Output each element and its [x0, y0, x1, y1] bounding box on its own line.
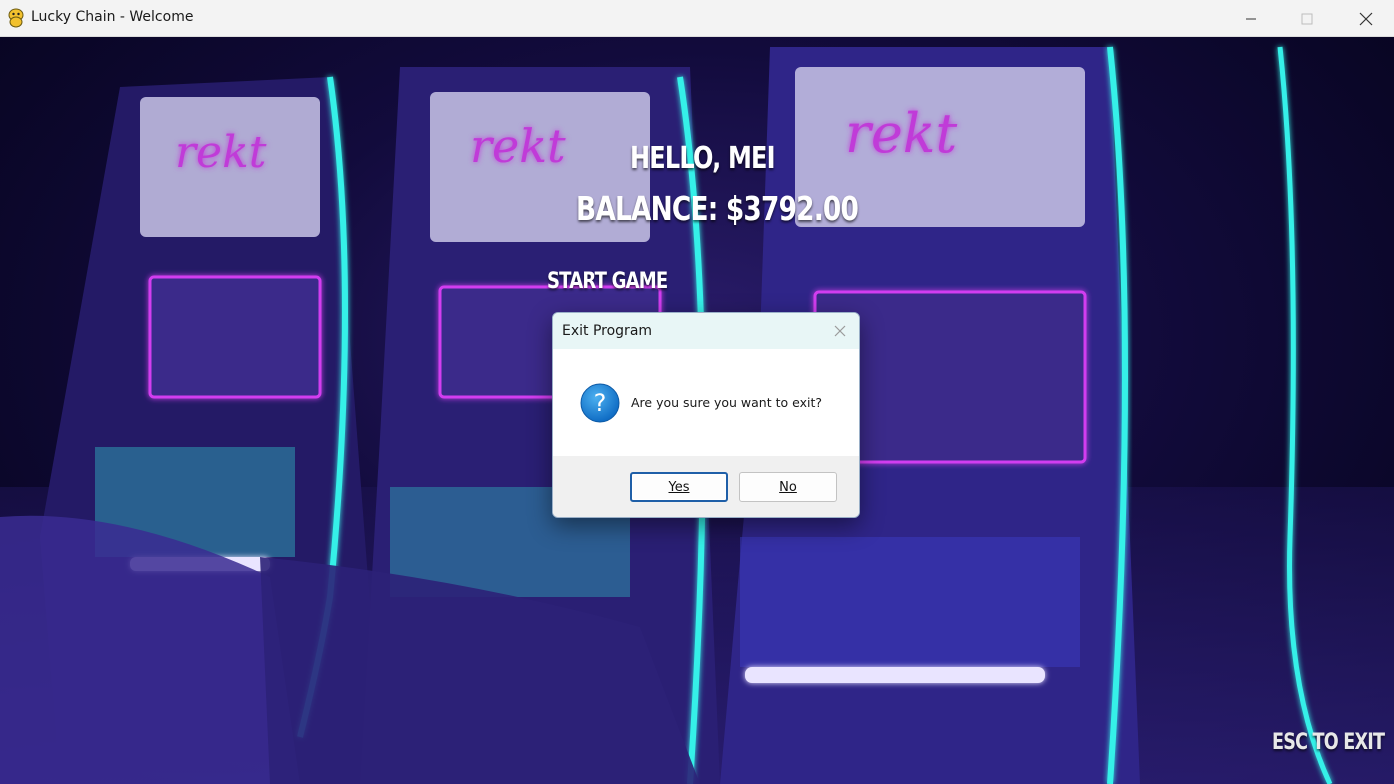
exit-dialog: Exit Program ? Are you sure you want to …: [552, 312, 860, 518]
balance-text: BALANCE: $3792.00: [576, 189, 859, 228]
close-icon: [834, 325, 846, 337]
window-title: Lucky Chain - Welcome: [31, 9, 194, 25]
dialog-title: Exit Program: [562, 323, 653, 339]
yes-button[interactable]: Yes: [630, 472, 728, 502]
window-titlebar: Lucky Chain - Welcome: [0, 0, 1394, 37]
close-window-button[interactable]: [1343, 0, 1389, 37]
maximize-icon: [1301, 13, 1313, 24]
minimize-icon: [1246, 18, 1256, 19]
close-icon: [1359, 12, 1373, 25]
minimize-button[interactable]: [1228, 0, 1274, 37]
question-icon: ?: [580, 383, 620, 423]
greeting-text: HELLO, MEI: [630, 141, 776, 176]
start-game-button[interactable]: START GAME: [547, 269, 668, 294]
dialog-message: Are you sure you want to exit?: [631, 395, 823, 410]
svg-text:rekt: rekt: [175, 127, 267, 178]
no-button[interactable]: No: [739, 472, 837, 502]
esc-to-exit-hint: ESC TO EXIT: [1272, 730, 1385, 755]
svg-text:rekt: rekt: [845, 102, 957, 165]
svg-text:rekt: rekt: [470, 119, 566, 173]
python-snake-icon: [8, 8, 24, 28]
dialog-close-button[interactable]: [831, 322, 849, 340]
maximize-button[interactable]: [1284, 0, 1330, 37]
dialog-body: ? Are you sure you want to exit?: [553, 349, 859, 456]
svg-text:?: ?: [594, 389, 607, 417]
dialog-titlebar: Exit Program: [553, 313, 859, 349]
dialog-footer: Yes No: [553, 456, 859, 517]
